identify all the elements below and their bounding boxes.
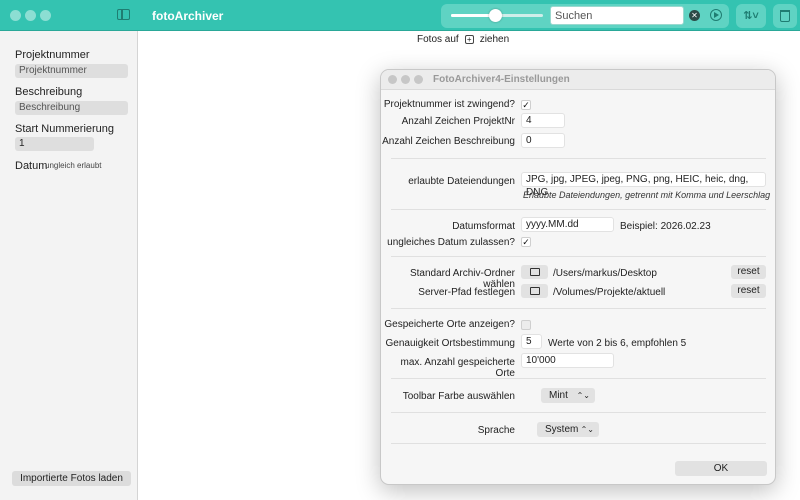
separator (391, 308, 766, 309)
folder-icon (530, 287, 540, 295)
sprache-popup[interactable]: System ⌃⌄ (537, 422, 599, 437)
max-orte-field[interactable]: 10'000 (521, 353, 614, 368)
dialog-close-button[interactable] (388, 75, 397, 84)
dateiendungen-field[interactable]: JPG, jpg, JPEG, jpeg, PNG, png, HEIC, he… (521, 172, 766, 198)
folder-icon (530, 268, 540, 276)
separator (391, 412, 766, 413)
toolbar-farbe-value: Mint (549, 390, 568, 401)
start-nummerierung-field[interactable]: 1 (15, 137, 94, 151)
zoom-window-button[interactable] (40, 10, 51, 21)
zeichen-beschreibung-field[interactable]: 0 (521, 133, 565, 148)
projektnummer-field[interactable]: Projektnummer (15, 64, 128, 78)
chevron-updown-icon: ⌃⌄ (580, 425, 594, 434)
sprache-value: System (545, 424, 579, 435)
sidebar-toggle-icon[interactable] (117, 9, 130, 20)
dialog-title: FotoArchiver4-Einstellungen (433, 74, 570, 85)
datumsformat-example: Beispiel: 2026.02.23 (620, 221, 711, 232)
server-path: /Volumes/Projekte/aktuell (553, 287, 666, 298)
toolbar-farbe-popup[interactable]: Mint ⌃⌄ (541, 388, 595, 403)
search-input[interactable] (550, 6, 684, 25)
zeichen-beschreibung-label: Anzahl Zeichen Beschreibung (382, 136, 515, 147)
projekt-required-checkbox[interactable]: ✓ (521, 100, 531, 110)
drop-hint-before: Fotos auf (417, 34, 459, 45)
separator (391, 378, 766, 379)
window-toolbar: fotoArchiver ✕ ⇅˅ (0, 0, 800, 31)
zeichen-projekt-field[interactable]: 4 (521, 113, 565, 128)
server-reset-button[interactable]: reset (731, 284, 766, 298)
server-pfad-label: Server-Pfad festlegen (418, 287, 515, 298)
sidebar: Projektnummer Projektnummer Beschreibung… (0, 31, 138, 500)
separator (391, 256, 766, 257)
drop-hint: Fotos auf + ziehen (417, 34, 509, 45)
zeichen-projekt-label: Anzahl Zeichen ProjektNr (401, 116, 515, 127)
datum-label: Datum (15, 160, 48, 172)
sprache-label: Sprache (477, 425, 515, 436)
projekt-required-label: Projektnummer ist zwingend? (383, 99, 515, 110)
sort-icon: ⇅˅ (743, 10, 759, 22)
slider-knob[interactable] (488, 9, 502, 22)
dialog-zoom-button[interactable] (414, 75, 423, 84)
max-orte-label: max. Anzahl gespeicherte Orte (400, 357, 515, 379)
sort-menu-button[interactable]: ⇅˅ (736, 4, 766, 28)
settings-dialog: FotoArchiver4-Einstellungen Projektnumme… (380, 69, 776, 485)
datumsformat-field[interactable]: yyyy.MM.dd (521, 217, 614, 232)
server-folder-button[interactable] (521, 284, 548, 298)
chevron-updown-icon: ⌃⌄ (576, 391, 590, 400)
separator (391, 209, 766, 210)
add-icon: + (464, 35, 474, 44)
clear-search-icon[interactable]: ✕ (689, 10, 700, 21)
projektnummer-label: Projektnummer (15, 49, 90, 61)
ungleiches-datum-label: ungleiches Datum zulassen? (387, 237, 515, 248)
beschreibung-field[interactable]: Beschreibung (15, 101, 128, 115)
separator (391, 443, 766, 444)
drop-hint-after: ziehen (479, 34, 510, 45)
genauigkeit-field[interactable]: 5 (521, 334, 542, 349)
ok-button[interactable]: OK (675, 461, 767, 476)
archiv-path: /Users/markus/Desktop (553, 268, 657, 279)
orte-anzeigen-checkbox[interactable] (521, 320, 531, 330)
dialog-minimize-button[interactable] (401, 75, 410, 84)
dateiendungen-hint: Erlaubte Dateiendungen, getrennt mit Kom… (523, 190, 771, 200)
play-icon[interactable] (710, 9, 722, 21)
beschreibung-label: Beschreibung (15, 86, 83, 98)
close-window-button[interactable] (10, 10, 21, 21)
trash-button[interactable] (773, 4, 797, 28)
separator (391, 158, 766, 159)
start-nummerierung-label: Start Nummerierung (15, 123, 115, 135)
orte-anzeigen-label: Gespeicherte Orte anzeigen? (384, 319, 515, 330)
toolbar-farbe-label: Toolbar Farbe auswählen (402, 391, 515, 402)
trash-icon (780, 10, 790, 22)
genauigkeit-label: Genauigkeit Ortsbestimmung (385, 338, 515, 349)
import-photos-button[interactable]: Importierte Fotos laden (12, 471, 131, 486)
dialog-titlebar: FotoArchiver4-Einstellungen (381, 70, 775, 90)
datum-note: ungleich erlaubt (45, 161, 102, 170)
ungleiches-datum-checkbox[interactable]: ✓ (521, 237, 531, 247)
archiv-reset-button[interactable]: reset (731, 265, 766, 279)
app-title: fotoArchiver (152, 9, 224, 23)
genauigkeit-hint: Werte von 2 bis 6, empfohlen 5 (548, 338, 687, 349)
archiv-folder-button[interactable] (521, 265, 548, 279)
dateiendungen-label: erlaubte Dateiendungen (408, 176, 515, 187)
datumsformat-label: Datumsformat (452, 221, 515, 232)
minimize-window-button[interactable] (25, 10, 36, 21)
